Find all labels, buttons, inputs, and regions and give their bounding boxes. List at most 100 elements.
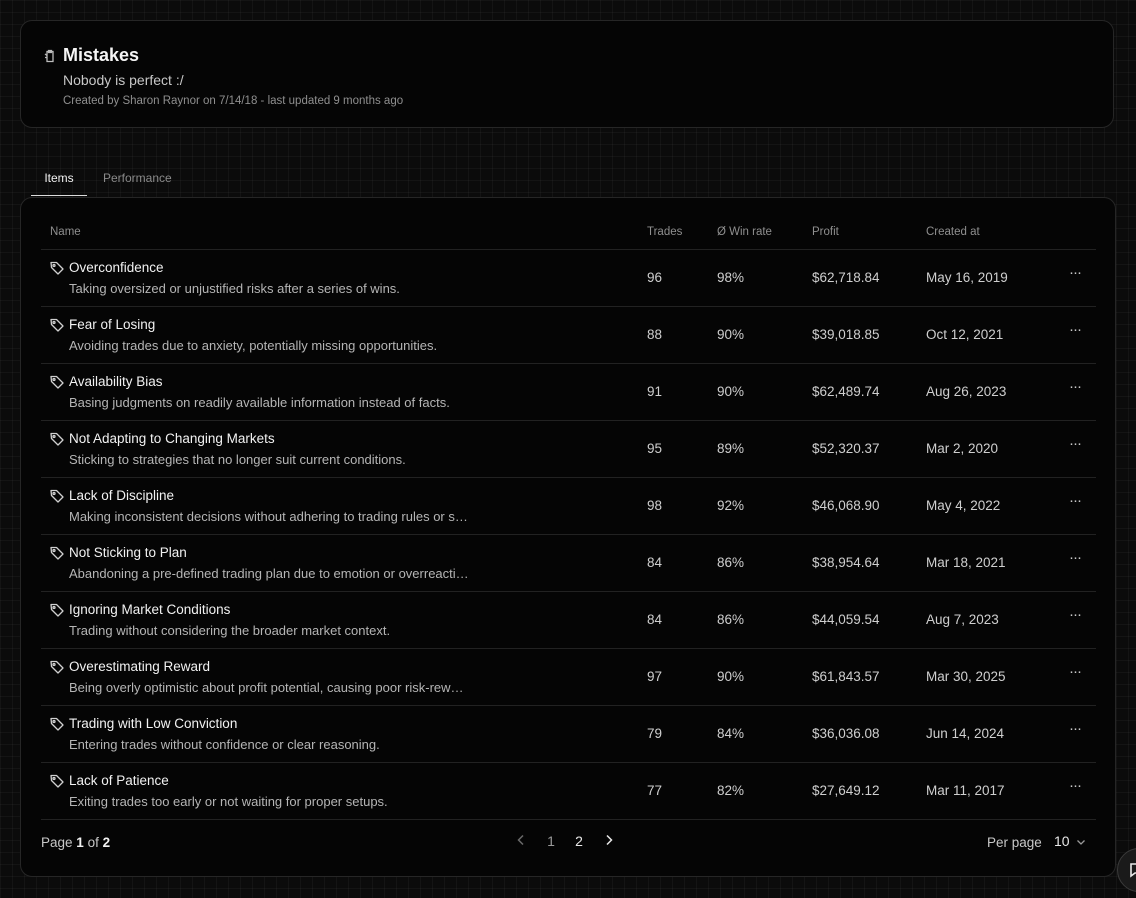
list-header-card: Mistakes Nobody is perfect :/ Created by… [20, 20, 1114, 128]
of-word: of [87, 835, 99, 850]
table-row[interactable]: Not Sticking to Plan Abandoning a pre-def… [41, 535, 1096, 592]
tag-icon [50, 774, 64, 788]
next-page-button[interactable] [601, 833, 617, 849]
page-2-button[interactable]: 2 [571, 833, 587, 849]
page-subtitle: Nobody is perfect :/ [63, 72, 184, 88]
row-description: Exiting trades too early or not waiting … [69, 794, 388, 809]
page-word: Page [41, 835, 73, 850]
page-meta: Created by Sharon Raynor on 7/14/18 - la… [63, 95, 404, 107]
per-page-label: Per page [987, 835, 1042, 850]
row-name: Overconfidence [69, 260, 164, 275]
tab-items[interactable]: Items [31, 164, 87, 196]
column-header-profit[interactable]: Profit [812, 226, 839, 238]
column-header-win-rate[interactable]: Ø Win rate [717, 226, 772, 238]
tag-icon [50, 546, 64, 560]
row-name: Lack of Patience [69, 773, 169, 788]
row-profit: $62,718.84 [812, 270, 880, 285]
row-created-at: Jun 14, 2024 [926, 726, 1005, 741]
row-trades: 97 [647, 669, 663, 684]
row-name: Lack of Discipline [69, 488, 175, 503]
column-header-trades[interactable]: Trades [647, 226, 682, 238]
chevron-down-icon [1076, 840, 1085, 846]
prev-page-button[interactable] [513, 833, 529, 849]
row-created-at: May 4, 2022 [926, 498, 1001, 513]
table-row[interactable]: Trading with Low Conviction Entering trad… [41, 706, 1096, 763]
row-profit: $46,068.90 [812, 498, 880, 513]
row-more-button[interactable]: ··· [1063, 436, 1087, 459]
row-win-rate: 86% [717, 555, 745, 570]
row-more-button[interactable]: ··· [1063, 550, 1087, 573]
row-created-at: Mar 2, 2020 [926, 441, 999, 456]
row-more-button[interactable]: ··· [1063, 379, 1087, 402]
table-row[interactable]: Lack of Patience Exiting trades too early… [41, 763, 1096, 820]
row-trades: 84 [647, 555, 663, 570]
row-profit: $38,954.64 [812, 555, 880, 570]
chat-button[interactable] [1117, 848, 1136, 892]
row-win-rate: 98% [717, 270, 745, 285]
table-row[interactable]: Fear of Losing Avoiding trades due to anx… [41, 307, 1096, 364]
table-row[interactable]: Ignoring Market Conditions Trading withou… [41, 592, 1096, 649]
table-row[interactable]: Not Adapting to Changing Markets Sticking… [41, 421, 1096, 478]
row-trades: 84 [647, 612, 663, 627]
tag-icon [50, 375, 64, 389]
row-win-rate: 86% [717, 612, 745, 627]
tag-icon [50, 318, 64, 332]
page-1-button[interactable]: 1 [543, 833, 559, 849]
table-row[interactable]: Availability Bias Basing judgments on rea… [41, 364, 1096, 421]
table-body: Overconfidence Taking oversized or unjust… [41, 250, 1096, 820]
row-more-button[interactable]: ··· [1063, 721, 1087, 744]
row-win-rate: 90% [717, 384, 745, 399]
row-trades: 91 [647, 384, 663, 399]
per-page-select[interactable]: 10 [1054, 833, 1086, 849]
chat-icon [1130, 863, 1136, 878]
row-name: Ignoring Market Conditions [69, 602, 231, 617]
column-header-name[interactable]: Name [50, 226, 81, 238]
row-name: Not Sticking to Plan [69, 545, 187, 560]
row-win-rate: 82% [717, 783, 745, 798]
clipboard-icon [44, 49, 54, 63]
tag-icon [50, 261, 64, 275]
row-win-rate: 92% [717, 498, 745, 513]
total-pages: 2 [102, 835, 111, 850]
pagination-info: Page 1 of 2 [41, 835, 110, 850]
table-row[interactable]: Overconfidence Taking oversized or unjust… [41, 250, 1096, 307]
row-profit: $52,320.37 [812, 441, 880, 456]
row-name: Trading with Low Conviction [69, 716, 238, 731]
tag-icon [50, 603, 64, 617]
per-page-value: 10 [1054, 833, 1070, 849]
row-trades: 96 [647, 270, 663, 285]
row-trades: 98 [647, 498, 663, 513]
row-description: Making inconsistent decisions without ad… [69, 509, 468, 524]
current-page: 1 [76, 835, 84, 850]
row-more-button[interactable]: ··· [1063, 493, 1087, 516]
row-description: Being overly optimistic about profit pot… [69, 680, 464, 695]
row-win-rate: 90% [717, 327, 745, 342]
row-created-at: Mar 11, 2017 [926, 783, 1005, 798]
row-more-button[interactable]: ··· [1063, 607, 1087, 630]
row-more-button[interactable]: ··· [1063, 664, 1087, 687]
column-header-created[interactable]: Created at [926, 226, 980, 238]
row-name: Not Adapting to Changing Markets [69, 431, 275, 446]
row-win-rate: 90% [717, 669, 745, 684]
row-description: Entering trades without confidence or cl… [69, 737, 380, 752]
row-trades: 88 [647, 327, 663, 342]
tag-icon [50, 489, 64, 503]
row-description: Sticking to strategies that no longer su… [69, 452, 406, 467]
row-description: Avoiding trades due to anxiety, potentia… [69, 338, 438, 353]
row-more-button[interactable]: ··· [1063, 265, 1087, 288]
table-row[interactable]: Overestimating Reward Being overly optimi… [41, 649, 1096, 706]
tab-performance[interactable]: Performance [103, 164, 172, 195]
row-created-at: Mar 18, 2021 [926, 555, 1006, 570]
row-description: Taking oversized or unjustified risks af… [69, 281, 400, 296]
row-trades: 79 [647, 726, 663, 741]
row-more-button[interactable]: ··· [1063, 322, 1087, 345]
page-title: Mistakes [63, 45, 140, 65]
tag-icon [50, 432, 64, 446]
row-profit: $39,018.85 [812, 327, 880, 342]
items-table-card: Name Trades Ø Win rate Profit Created at… [20, 197, 1116, 877]
row-profit: $44,059.54 [812, 612, 880, 627]
row-description: Trading without considering the broader … [69, 623, 391, 638]
row-trades: 95 [647, 441, 663, 456]
row-more-button[interactable]: ··· [1063, 778, 1087, 801]
table-row[interactable]: Lack of Discipline Making inconsistent de… [41, 478, 1096, 535]
